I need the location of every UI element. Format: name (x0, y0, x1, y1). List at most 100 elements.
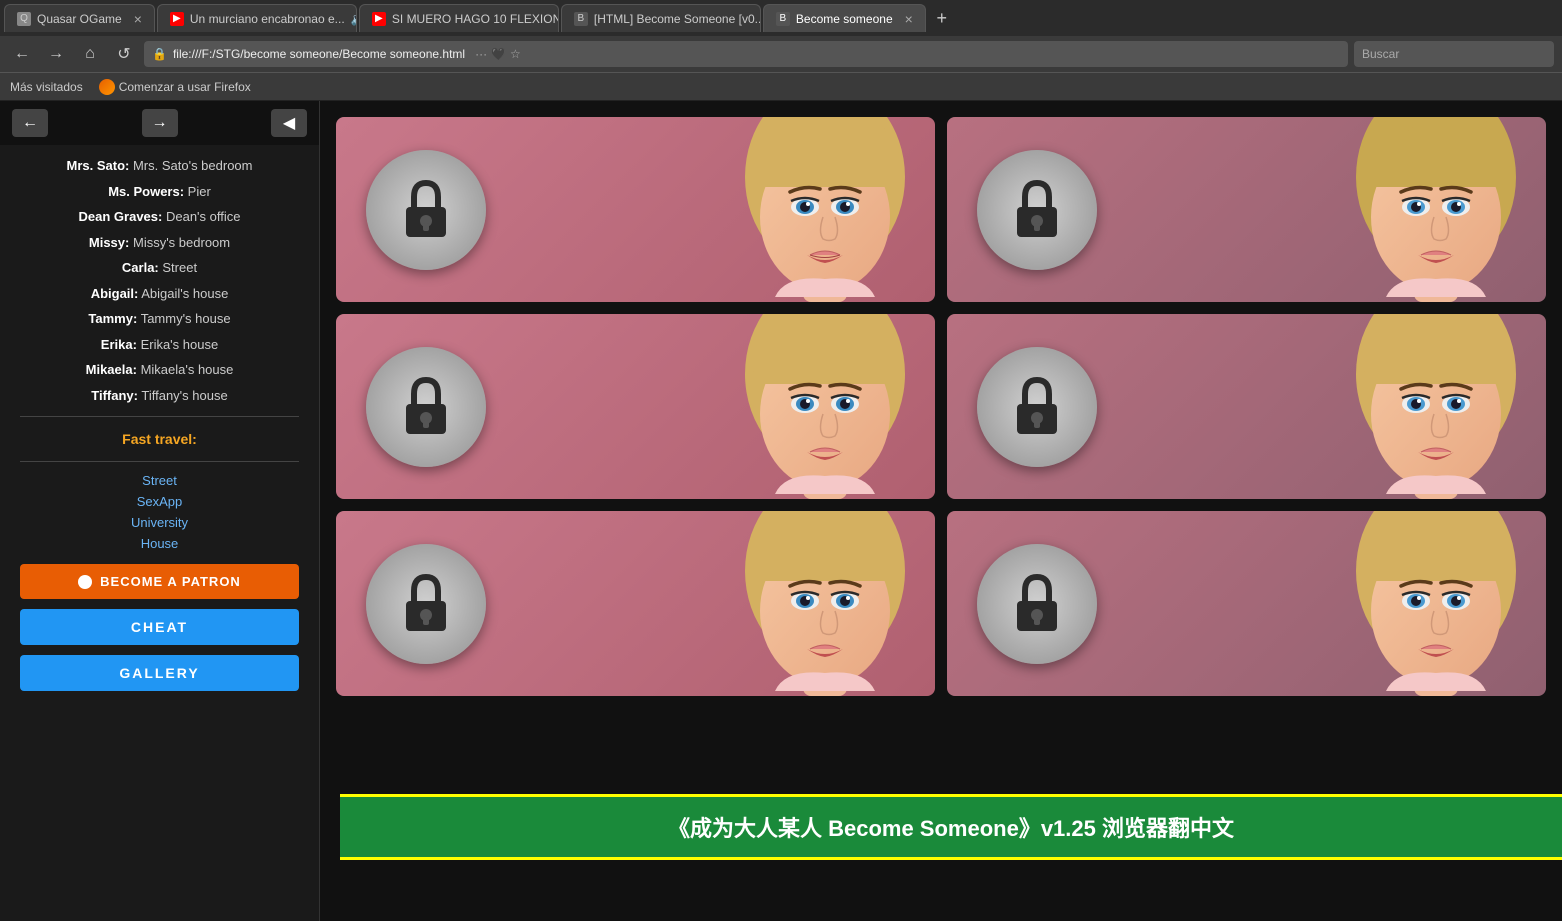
card-face-4 (1097, 314, 1546, 499)
card-lock-6 (977, 544, 1097, 664)
nav-name-abigail: Abigail: (91, 286, 139, 301)
tab-favicon-3: ▶ (372, 12, 386, 26)
tab-title-4: [HTML] Become Someone [v0... (594, 12, 761, 26)
lock-icon-3 (396, 372, 456, 442)
card-2[interactable] (947, 117, 1546, 302)
nav-item-missy[interactable]: Missy: Missy's bedroom (0, 230, 319, 256)
new-tab-button[interactable]: + (928, 4, 956, 32)
sidebar-collapse-button[interactable]: ◀ (271, 109, 307, 137)
nav-name-missy: Missy: (89, 235, 129, 250)
sidebar-scroll[interactable]: Mrs. Sato: Mrs. Sato's bedroom Ms. Power… (0, 145, 319, 921)
bookmark-mas-visitados[interactable]: Más visitados (10, 80, 83, 94)
nav-name-dean-graves: Dean Graves: (79, 209, 163, 224)
back-button[interactable]: ← (8, 40, 36, 68)
card-3[interactable] (336, 314, 935, 499)
sidebar-nav-arrows: ← → ◀ (0, 101, 319, 145)
nav-name-ms-powers: Ms. Powers: (108, 184, 184, 199)
card-1[interactable] (336, 117, 935, 302)
gallery-button[interactable]: GALLERY (20, 655, 299, 691)
tab-favicon-4: B (574, 12, 588, 26)
star-icon[interactable]: ☆ (510, 47, 521, 61)
tab-title-3: SI MUERO HAGO 10 FLEXIONE... (392, 12, 559, 26)
address-bar[interactable]: 🔒 file:///F:/STG/become someone/Become s… (144, 41, 1348, 67)
sidebar-forward-button[interactable]: → (142, 109, 178, 137)
tab-quasar[interactable]: Q Quasar OGame × (4, 4, 155, 32)
fast-travel-university[interactable]: University (0, 512, 319, 533)
face-art-1 (715, 117, 935, 302)
lock-icon: 🔒 (152, 47, 167, 61)
nav-loc-mrs-sato: Mrs. Sato's bedroom (133, 158, 253, 173)
reload-button[interactable]: ↺ (110, 40, 138, 68)
lock-icon-6 (1007, 569, 1067, 639)
nav-item-mikaela[interactable]: Mikaela: Mikaela's house (0, 357, 319, 383)
lock-icon-5 (396, 569, 456, 639)
lock-icon-1 (396, 175, 456, 245)
tab-title-5: Become someone (796, 12, 893, 26)
cheat-button[interactable]: CHEAT (20, 609, 299, 645)
nav-item-mrs-sato[interactable]: Mrs. Sato: Mrs. Sato's bedroom (0, 153, 319, 179)
patron-label: BECOME A PATRON (100, 574, 241, 589)
nav-name-erika: Erika: (101, 337, 137, 352)
audio-icon: 🔊 (351, 12, 357, 26)
fast-travel-house[interactable]: House (0, 533, 319, 554)
forward-button[interactable]: → (42, 40, 70, 68)
card-lock-4 (977, 347, 1097, 467)
fast-travel-title: Fast travel: (0, 425, 319, 453)
nav-name-mrs-sato: Mrs. Sato: (67, 158, 130, 173)
card-5[interactable] (336, 511, 935, 696)
tab-favicon-5: B (776, 12, 790, 26)
sidebar-divider-2 (20, 461, 299, 462)
lock-icon-4 (1007, 372, 1067, 442)
nav-loc-carla: Street (162, 260, 197, 275)
tab-close-1[interactable]: × (134, 11, 142, 27)
chinese-banner-text: 《成为大人某人 Become Someone》v1.25 浏览器翻中文 (668, 816, 1234, 841)
bookmark-heart-icon[interactable]: 🖤 (491, 47, 506, 61)
sidebar-buttons: BECOME A PATRON CHEAT GALLERY (0, 554, 319, 707)
search-placeholder: Buscar (1362, 47, 1399, 61)
cards-grid (336, 117, 1546, 696)
search-bar[interactable]: Buscar (1354, 41, 1554, 67)
tab-html-become[interactable]: B [HTML] Become Someone [v0... × (561, 4, 761, 32)
nav-item-tiffany[interactable]: Tiffany: Tiffany's house (0, 383, 319, 409)
bookmarks-bar: Más visitados Comenzar a usar Firefox (0, 72, 1562, 100)
tab-youtube2[interactable]: ▶ SI MUERO HAGO 10 FLEXIONE... × (359, 4, 559, 32)
more-icon[interactable]: ··· (475, 47, 487, 61)
nav-name-carla: Carla: (122, 260, 159, 275)
sidebar-divider-1 (20, 416, 299, 417)
nav-item-erika[interactable]: Erika: Erika's house (0, 332, 319, 358)
nav-loc-abigail: Abigail's house (141, 286, 228, 301)
card-lock-3 (366, 347, 486, 467)
card-lock-5 (366, 544, 486, 664)
nav-item-ms-powers[interactable]: Ms. Powers: Pier (0, 179, 319, 205)
home-button[interactable]: ⌂ (76, 40, 104, 68)
nav-item-carla[interactable]: Carla: Street (0, 255, 319, 281)
tab-become-someone-active[interactable]: B Become someone × (763, 4, 926, 32)
nav-loc-erika: Erika's house (141, 337, 219, 352)
fast-travel-sexapp[interactable]: SexApp (0, 491, 319, 512)
tab-title-2: Un murciano encabronao e... (190, 12, 345, 26)
card-lock-2 (977, 150, 1097, 270)
face-art-4 (1326, 314, 1546, 499)
card-6[interactable] (947, 511, 1546, 696)
fast-travel-street[interactable]: Street (0, 470, 319, 491)
nav-loc-ms-powers: Pier (188, 184, 211, 199)
patron-icon (78, 575, 92, 589)
tab-favicon-2: ▶ (170, 12, 184, 26)
bookmark-firefox[interactable]: Comenzar a usar Firefox (99, 79, 251, 95)
card-face-3 (486, 314, 935, 499)
sidebar-back-button[interactable]: ← (12, 109, 48, 137)
card-face-2 (1097, 117, 1546, 302)
nav-item-dean-graves[interactable]: Dean Graves: Dean's office (0, 204, 319, 230)
nav-item-tammy[interactable]: Tammy: Tammy's house (0, 306, 319, 332)
tab-title-1: Quasar OGame (37, 12, 122, 26)
tab-close-5[interactable]: × (905, 11, 913, 27)
patron-button[interactable]: BECOME A PATRON (20, 564, 299, 599)
cheat-label: CHEAT (131, 619, 188, 635)
face-art-5 (715, 511, 935, 696)
bookmark-label-1: Más visitados (10, 80, 83, 94)
card-4[interactable] (947, 314, 1546, 499)
browser-chrome: Q Quasar OGame × ▶ Un murciano encabrona… (0, 0, 1562, 101)
nav-item-abigail[interactable]: Abigail: Abigail's house (0, 281, 319, 307)
firefox-logo (99, 79, 115, 95)
tab-youtube1[interactable]: ▶ Un murciano encabronao e... 🔊 × (157, 4, 357, 32)
